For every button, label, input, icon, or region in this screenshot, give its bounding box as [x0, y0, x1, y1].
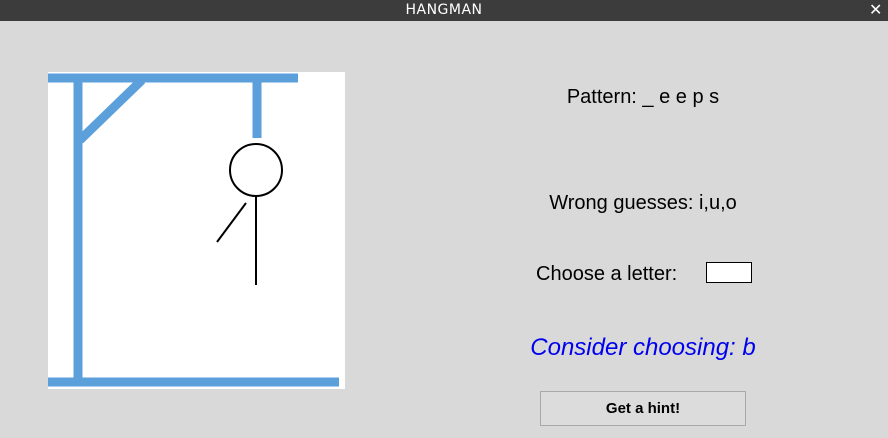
- hangman-canvas: [48, 72, 345, 389]
- letter-input[interactable]: [706, 262, 752, 283]
- window-title: HANGMAN: [405, 2, 483, 18]
- gallows: [48, 73, 339, 387]
- title-bar: HANGMAN ✕: [0, 0, 888, 21]
- hangman-drawing: [48, 73, 339, 387]
- wrong-guesses-display: Wrong guesses: i,u,o: [549, 192, 737, 214]
- pattern-display: Pattern: _ e e p s: [566, 86, 720, 108]
- gallows-brace: [76, 76, 146, 144]
- figure-left-arm: [216, 202, 247, 243]
- figure-head: [229, 143, 283, 197]
- hanged-figure: [216, 143, 283, 285]
- hint-suggestion: Consider choosing: b: [530, 334, 756, 361]
- close-icon[interactable]: ✕: [868, 0, 884, 21]
- choose-letter-label: Choose a letter:: [536, 263, 678, 285]
- get-hint-button[interactable]: Get a hint!: [540, 391, 746, 426]
